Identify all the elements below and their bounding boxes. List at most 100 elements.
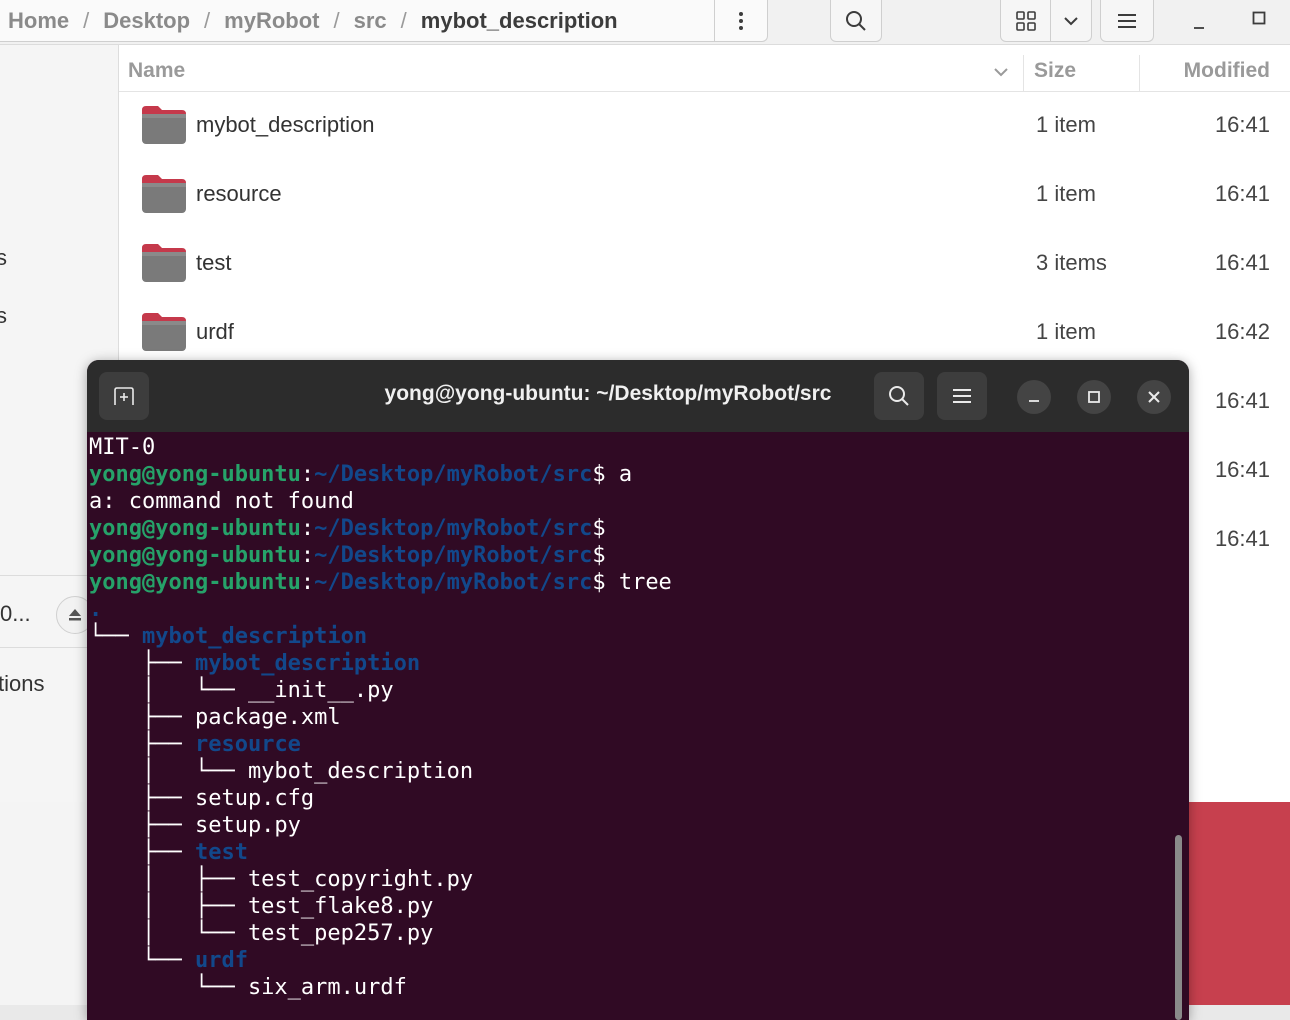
- folder-icon: [142, 313, 186, 351]
- terminal-maximize-button[interactable]: [1077, 380, 1111, 414]
- prompt-colon: :: [300, 570, 315, 595]
- terminal-search-button[interactable]: [874, 372, 924, 420]
- tree-line: ├── resource: [89, 731, 1169, 758]
- tree-directory: test: [194, 840, 248, 865]
- minimize-icon: [1029, 400, 1039, 402]
- folder-icon: [142, 106, 186, 144]
- prompt-line: yong@yong-ubuntu:~/Desktop/myRobot/src$ …: [89, 461, 1169, 488]
- chevron-down-icon: [1064, 16, 1078, 25]
- terminal-scrollbar[interactable]: [1175, 835, 1182, 1020]
- tree-branch: └──: [89, 624, 142, 649]
- breadcrumb-desktop[interactable]: Desktop: [103, 8, 190, 34]
- view-toggle-group: [1000, 0, 1092, 42]
- file-row[interactable]: test 3 items 16:41: [119, 229, 1290, 298]
- column-modified[interactable]: Modified: [1184, 59, 1270, 83]
- file-size: 1 item: [1036, 181, 1096, 206]
- grid-view-button[interactable]: [1001, 0, 1052, 42]
- prompt-colon: :: [300, 516, 315, 541]
- file-modified: 16:41: [1214, 526, 1270, 551]
- prompt-line: yong@yong-ubuntu:~/Desktop/myRobot/src$ …: [89, 569, 1169, 596]
- prompt-user-host: yong@yong-ubuntu: [89, 516, 301, 541]
- tree-directory: urdf: [194, 948, 248, 973]
- tree-branch: ├──: [89, 732, 195, 757]
- hamburger-menu-icon: [953, 389, 971, 403]
- tree-line: │ └── test_pep257.py: [89, 921, 434, 946]
- tree-branch: ├──: [89, 651, 195, 676]
- minimize-button[interactable]: [1184, 8, 1214, 38]
- tree-directory: mybot_description: [141, 624, 368, 649]
- close-icon: [1148, 391, 1160, 403]
- prompt-path: ~/Desktop/myRobot/src: [314, 543, 593, 568]
- maximize-icon: [1252, 11, 1266, 25]
- prompt-dollar: $: [592, 570, 606, 595]
- view-options-dropdown[interactable]: [1051, 0, 1091, 42]
- prompt-line: yong@yong-ubuntu:~/Desktop/myRobot/src$: [89, 515, 1169, 542]
- tree-branch: ├──: [89, 840, 195, 865]
- tree-line: ├── mybot_description: [89, 650, 1169, 677]
- terminal-window: yong@yong-ubuntu: ~/Desktop/myRobot/src …: [87, 360, 1189, 1020]
- column-name[interactable]: Name: [128, 59, 185, 83]
- folder-icon: [142, 244, 186, 282]
- command-text: a: [605, 462, 633, 487]
- tree-line: └── six_arm.urdf: [89, 975, 407, 1000]
- folder-icon: [142, 175, 186, 213]
- prompt-path: ~/Desktop/myRobot/src: [314, 516, 593, 541]
- breadcrumb-home[interactable]: Home: [8, 8, 69, 34]
- breadcrumb-myrobot[interactable]: myRobot: [224, 8, 319, 34]
- tree-line: │ └── __init__.py: [89, 678, 394, 703]
- minimize-icon: [1194, 27, 1204, 29]
- tree-line: ├── test: [89, 839, 1169, 866]
- eject-icon: [69, 609, 81, 621]
- prompt-user-host: yong@yong-ubuntu: [89, 462, 301, 487]
- tree-line: ├── package.xml: [89, 705, 341, 730]
- tree-line: ├── setup.py: [89, 813, 301, 838]
- prompt-colon: :: [300, 543, 315, 568]
- prompt-path: ~/Desktop/myRobot/src: [314, 570, 593, 595]
- prompt-colon: :: [300, 462, 315, 487]
- tree-directory: mybot_description: [194, 651, 421, 676]
- sidebar-item-partial[interactable]: s: [0, 245, 7, 271]
- file-name: test: [196, 250, 232, 275]
- more-options-button[interactable]: [714, 0, 767, 42]
- file-row[interactable]: mybot_description 1 item 16:41: [119, 91, 1290, 160]
- breadcrumb-current[interactable]: mybot_description: [421, 8, 618, 34]
- grid-icon: [1015, 10, 1036, 31]
- prompt-dollar: $: [592, 462, 606, 487]
- file-size: 1 item: [1036, 112, 1096, 137]
- main-menu-button[interactable]: [1100, 0, 1154, 42]
- terminal-close-button[interactable]: [1137, 380, 1171, 414]
- tree-directory: resource: [194, 732, 301, 757]
- column-size[interactable]: Size: [1034, 59, 1076, 83]
- file-modified: 16:41: [1214, 250, 1270, 275]
- file-name: mybot_description: [196, 112, 375, 137]
- maximize-icon: [1088, 391, 1100, 403]
- file-name: urdf: [196, 319, 234, 344]
- file-size: 1 item: [1036, 319, 1096, 344]
- file-modified: 16:41: [1214, 112, 1270, 137]
- file-row[interactable]: urdf 1 item 16:42: [119, 298, 1290, 367]
- output-line: a: command not found: [89, 489, 354, 514]
- kebab-menu-icon: [739, 12, 743, 30]
- tree-line: │ └── mybot_description: [89, 759, 474, 784]
- tree-line: │ ├── test_flake8.py: [89, 894, 434, 919]
- sidebar-item-partial[interactable]: s: [0, 303, 7, 329]
- file-modified: 16:41: [1214, 388, 1270, 413]
- breadcrumb-src[interactable]: src: [354, 8, 387, 34]
- terminal-output[interactable]: MIT-0 yong@yong-ubuntu:~/Desktop/myRobot…: [89, 434, 1169, 1001]
- output-line: MIT-0: [89, 435, 156, 460]
- terminal-menu-button[interactable]: [937, 372, 987, 420]
- sort-chevron-icon[interactable]: [993, 67, 1009, 77]
- tree-root: .: [89, 597, 103, 622]
- tree-line: └── urdf: [89, 947, 1169, 974]
- search-button[interactable]: [830, 0, 882, 42]
- terminal-minimize-button[interactable]: [1017, 380, 1051, 414]
- sidebar-item-other-locations[interactable]: tions: [0, 671, 44, 697]
- sidebar-item-device[interactable]: 0...: [0, 601, 31, 627]
- file-modified: 16:41: [1214, 457, 1270, 482]
- column-headers: Name Size Modified: [119, 55, 1290, 92]
- maximize-button[interactable]: [1244, 3, 1274, 33]
- prompt-user-host: yong@yong-ubuntu: [89, 543, 301, 568]
- file-row[interactable]: resource 1 item 16:41: [119, 160, 1290, 229]
- desktop-wallpaper: [1180, 802, 1290, 1005]
- prompt-line: yong@yong-ubuntu:~/Desktop/myRobot/src$: [89, 542, 1169, 569]
